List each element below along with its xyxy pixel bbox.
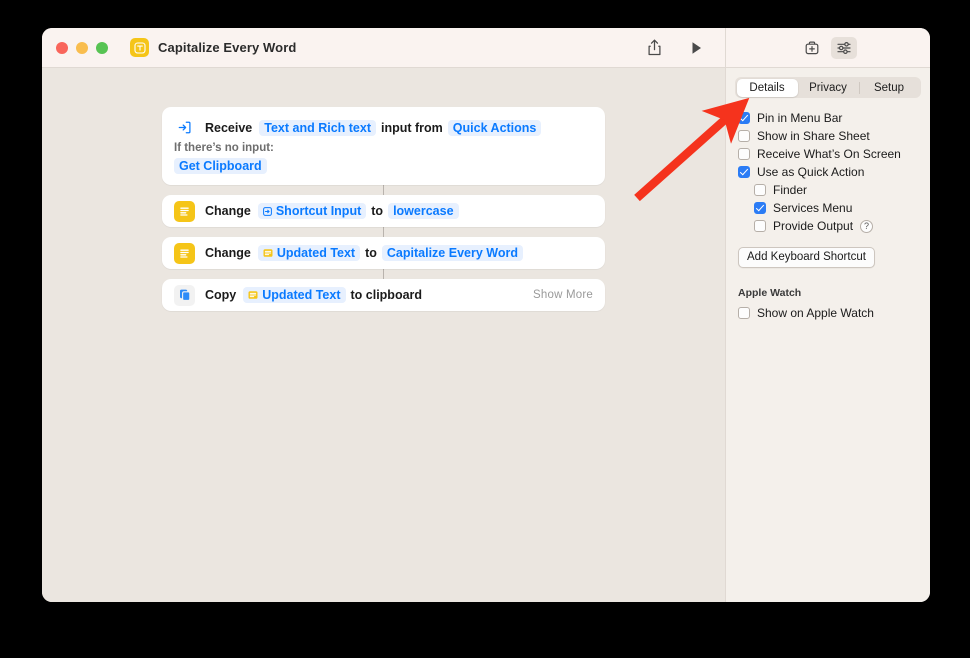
action-lead-text: Change bbox=[205, 204, 251, 218]
apple-watch-option-list: Show on Apple Watch bbox=[726, 304, 930, 322]
action-mid-text: to clipboard bbox=[350, 288, 423, 302]
change-case-icon bbox=[174, 242, 195, 264]
tab-details[interactable]: Details bbox=[736, 78, 798, 97]
checkbox[interactable] bbox=[738, 130, 750, 142]
window-titlebar: Capitalize Every Word bbox=[42, 28, 930, 68]
play-icon[interactable] bbox=[685, 37, 707, 59]
help-icon[interactable]: ? bbox=[860, 219, 874, 233]
traffic-light-controls bbox=[56, 41, 108, 54]
shortcut-app-icon bbox=[130, 38, 149, 57]
action-lead-text: Copy bbox=[205, 288, 237, 302]
action-card-receive[interactable]: Receive Text and Rich text input from Qu… bbox=[162, 107, 605, 185]
checkbox[interactable] bbox=[738, 112, 750, 124]
details-option-list: Pin in Menu Bar Show in Share Sheet Rece… bbox=[726, 109, 930, 235]
panel-tab-bar: Details Privacy Setup bbox=[735, 77, 921, 98]
tab-privacy[interactable]: Privacy bbox=[798, 79, 859, 97]
zoom-window-button[interactable] bbox=[96, 41, 108, 54]
minimize-window-button[interactable] bbox=[76, 41, 88, 54]
show-more-button[interactable]: Show More bbox=[533, 289, 593, 301]
action-connector bbox=[382, 185, 385, 195]
checkbox[interactable] bbox=[738, 166, 750, 178]
close-window-button[interactable] bbox=[56, 41, 68, 54]
action-row: Receive Text and Rich text input from Qu… bbox=[162, 107, 605, 139]
workflow-canvas: Receive Text and Rich text input from Qu… bbox=[42, 68, 725, 602]
action-list: Receive Text and Rich text input from Qu… bbox=[162, 107, 605, 311]
action-token-variable[interactable]: Updated Text bbox=[243, 287, 346, 303]
option-services-menu[interactable]: Services Menu bbox=[738, 199, 930, 217]
window-title: Capitalize Every Word bbox=[158, 40, 297, 55]
copy-clipboard-icon bbox=[174, 284, 195, 306]
add-keyboard-shortcut-button[interactable]: Add Keyboard Shortcut bbox=[738, 247, 875, 268]
titlebar-left-section: Capitalize Every Word bbox=[42, 28, 725, 68]
option-label: Finder bbox=[773, 183, 808, 197]
apple-watch-group-label: Apple Watch bbox=[738, 287, 802, 299]
action-token-variable[interactable]: Shortcut Input bbox=[257, 203, 367, 219]
action-connector bbox=[382, 269, 385, 279]
updated-text-icon bbox=[248, 290, 258, 300]
action-card-change-lowercase[interactable]: Change Shortcut Input to lowercase bbox=[162, 195, 605, 227]
add-action-icon[interactable] bbox=[799, 37, 825, 59]
option-use-as-quick-action[interactable]: Use as Quick Action bbox=[738, 163, 930, 181]
updated-text-icon bbox=[263, 248, 273, 258]
option-label: Show on Apple Watch bbox=[757, 306, 874, 320]
action-mid-text: input from bbox=[381, 120, 443, 135]
action-row: Change Updated Text to Capitalize Every … bbox=[162, 237, 605, 269]
tab-setup[interactable]: Setup bbox=[858, 79, 920, 97]
shortcuts-window: Capitalize Every Word Receive Text and R… bbox=[42, 28, 930, 602]
option-label: Use as Quick Action bbox=[757, 165, 865, 179]
option-label: Pin in Menu Bar bbox=[757, 111, 843, 125]
titlebar-actions bbox=[643, 37, 725, 59]
checkbox[interactable] bbox=[754, 220, 766, 232]
checkbox[interactable] bbox=[738, 148, 750, 160]
action-lead-text: Receive bbox=[205, 120, 253, 135]
checkbox[interactable] bbox=[754, 202, 766, 214]
action-lead-text: Change bbox=[205, 246, 251, 260]
option-pin-in-menu-bar[interactable]: Pin in Menu Bar bbox=[738, 109, 930, 127]
action-token-variable-label: Updated Text bbox=[276, 246, 356, 260]
action-token-case[interactable]: Capitalize Every Word bbox=[381, 245, 523, 261]
option-finder[interactable]: Finder bbox=[738, 181, 930, 199]
action-token-variable-label: Shortcut Input bbox=[275, 204, 362, 218]
action-token-variable[interactable]: Updated Text bbox=[257, 245, 361, 261]
option-label: Show in Share Sheet bbox=[757, 129, 870, 143]
details-panel: Details Privacy Setup Pin in Menu Bar Sh… bbox=[725, 68, 930, 602]
action-card-change-capitalize[interactable]: Change Updated Text to Capitalize Every … bbox=[162, 237, 605, 269]
action-token-input-type[interactable]: Text and Rich text bbox=[259, 119, 376, 136]
checkbox[interactable] bbox=[754, 184, 766, 196]
option-show-in-share-sheet[interactable]: Show in Share Sheet bbox=[738, 127, 930, 145]
option-label: Services Menu bbox=[773, 201, 853, 215]
no-input-label: If there’s no input: bbox=[174, 142, 274, 154]
option-provide-output[interactable]: Provide Output ? bbox=[738, 217, 930, 235]
checkbox[interactable] bbox=[738, 307, 750, 319]
option-show-on-apple-watch[interactable]: Show on Apple Watch bbox=[738, 304, 930, 322]
action-mid-text: to bbox=[371, 204, 384, 218]
screen: Capitalize Every Word Receive Text and R… bbox=[0, 0, 970, 658]
titlebar-right-section bbox=[725, 28, 930, 68]
no-input-fallback-token[interactable]: Get Clipboard bbox=[174, 158, 267, 174]
change-case-icon bbox=[174, 200, 195, 222]
action-connector bbox=[382, 227, 385, 237]
option-label: Receive What’s On Screen bbox=[757, 147, 901, 161]
share-icon[interactable] bbox=[643, 37, 665, 59]
action-card-copy-clipboard[interactable]: Copy Updated Text to clipboard Show More bbox=[162, 279, 605, 311]
action-row: Change Shortcut Input to lowercase bbox=[162, 195, 605, 227]
option-receive-whats-on-screen[interactable]: Receive What’s On Screen bbox=[738, 145, 930, 163]
action-token-source[interactable]: Quick Actions bbox=[447, 119, 542, 136]
shortcut-input-icon bbox=[262, 206, 272, 216]
action-token-case[interactable]: lowercase bbox=[388, 203, 459, 219]
sliders-icon[interactable] bbox=[831, 36, 857, 59]
option-label: Provide Output bbox=[773, 219, 854, 233]
action-row: Copy Updated Text to clipboard Show More bbox=[162, 279, 605, 311]
action-mid-text: to bbox=[365, 246, 377, 260]
action-token-variable-label: Updated Text bbox=[262, 288, 341, 302]
receive-input-icon bbox=[174, 117, 195, 138]
